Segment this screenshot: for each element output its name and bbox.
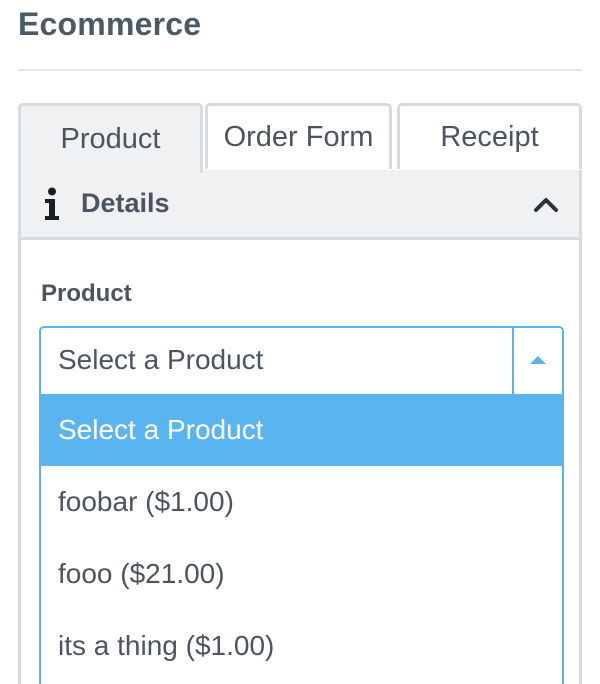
tab-product[interactable]: Product	[18, 103, 203, 173]
dropdown-option[interactable]: fooo ($21.00)	[41, 538, 562, 610]
tab-bar: Product Order Form Receipt	[18, 103, 582, 173]
product-select-value: Select a Product	[58, 344, 264, 375]
details-panel-header[interactable]: Details	[21, 170, 579, 240]
tab-receipt[interactable]: Receipt	[397, 103, 582, 169]
chevron-up-icon[interactable]	[533, 192, 559, 216]
ecommerce-settings-page: Ecommerce Product Order Form Receipt Det…	[0, 0, 600, 684]
product-select[interactable]: Select a Product	[39, 326, 564, 394]
product-field-label: Product	[41, 280, 132, 307]
dropdown-option[interactable]: foobar ($1.00)	[41, 466, 562, 538]
details-panel-title: Details	[81, 188, 170, 218]
product-dropdown-list: Select a Product foobar ($1.00) fooo ($2…	[39, 394, 564, 684]
title-divider	[18, 69, 582, 71]
info-icon	[43, 187, 61, 221]
dropdown-option[interactable]: its a thing ($1.00)	[41, 610, 562, 682]
section-title: Ecommerce	[18, 6, 202, 42]
select-divider	[512, 328, 514, 394]
tab-order-form[interactable]: Order Form	[205, 103, 392, 169]
dropdown-option[interactable]: Select a Product	[41, 394, 562, 466]
details-panel: Details Product Select a Product Select …	[18, 170, 582, 684]
caret-up-icon[interactable]	[530, 356, 546, 364]
